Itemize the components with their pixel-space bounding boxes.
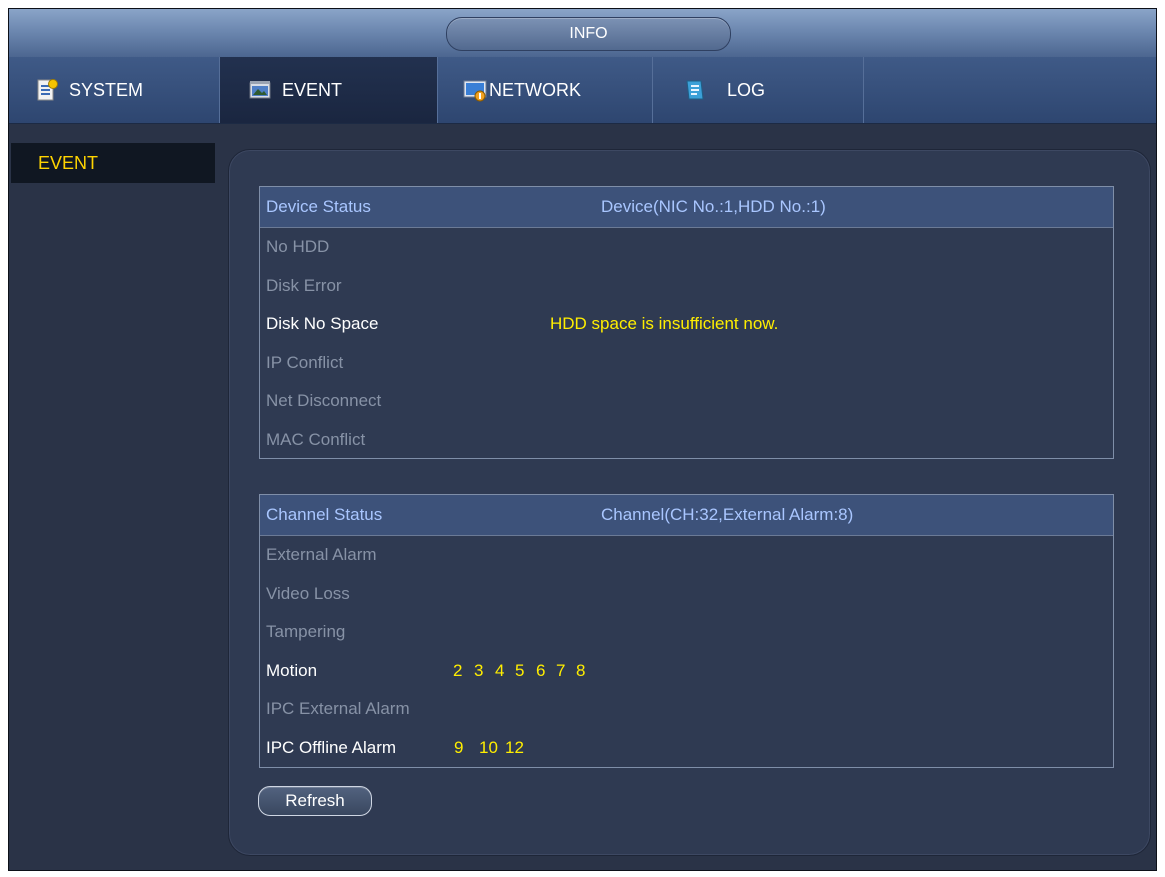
tab-system[interactable]: SYSTEM [9, 57, 220, 123]
channel-row-label: Tampering [266, 622, 346, 641]
device-status-summary: Device(NIC No.:1,HDD No.:1) [601, 197, 826, 216]
tab-log-label: LOG [727, 79, 766, 100]
channel-row-tampering: Tampering [260, 613, 1113, 652]
device-row-label: No HDD [266, 237, 330, 256]
tab-event-label: EVENT [282, 79, 343, 100]
tab-system-label: SYSTEM [69, 79, 144, 100]
channel-row-label: Video Loss [266, 583, 350, 603]
device-status-group: Device Status Device(NIC No.:1,HDD No.:1… [259, 186, 1114, 459]
channel-row-video-loss: Video Loss [260, 575, 1113, 614]
channel-status-summary: Channel(CH:32,External Alarm:8) [601, 505, 854, 524]
channel-status-group: Channel Status Channel(CH:32,External Al… [259, 494, 1114, 768]
device-row-label: Disk Error [266, 275, 342, 295]
channel-number: 10 [479, 737, 498, 757]
device-row-label: IP Conflict [266, 352, 344, 372]
tab-network[interactable]: NETWORK [438, 57, 653, 123]
event-icon [248, 78, 272, 102]
device-row-ip-conflict: IP Conflict [260, 344, 1113, 383]
system-icon [35, 78, 59, 102]
channel-row-ipc-offline-alarm: IPC Offline Alarm 9 10 12 [260, 729, 1113, 768]
window-title: INFO [446, 17, 731, 51]
device-row-no-hdd: No HDD [260, 228, 1113, 267]
tab-bar: SYSTEM EVENT NETWORK LOG [9, 57, 1156, 124]
channel-row-external-alarm: External Alarm [260, 536, 1113, 575]
device-row-mac-conflict: MAC Conflict [260, 421, 1113, 460]
channel-row-ipc-external-alarm: IPC External Alarm [260, 690, 1113, 729]
side-menu-item-event[interactable]: EVENT [11, 143, 215, 183]
channel-status-header: Channel Status Channel(CH:32,External Al… [260, 495, 1113, 536]
channel-status-title: Channel Status [266, 505, 383, 524]
channel-row-motion: Motion 2 3 4 5 6 7 8 [260, 652, 1113, 691]
device-row-label: MAC Conflict [266, 429, 366, 449]
device-status-header: Device Status Device(NIC No.:1,HDD No.:1… [260, 187, 1113, 228]
info-window: INFO SYSTEM EVENT NETWORK LOG EVENT Devi… [8, 8, 1157, 871]
channel-number: 5 [515, 660, 525, 680]
title-bar: INFO [9, 9, 1156, 58]
channel-number: 6 [536, 660, 546, 680]
device-row-label: Disk No Space [266, 314, 379, 333]
channel-number: 7 [556, 660, 566, 680]
refresh-button[interactable]: Refresh [258, 786, 372, 816]
tab-log[interactable]: LOG [653, 57, 864, 123]
log-icon [683, 78, 707, 102]
channel-number: 2 [453, 660, 463, 680]
channel-row-label: IPC External Alarm [266, 699, 410, 718]
info-panel: Device Status Device(NIC No.:1,HDD No.:1… [228, 149, 1151, 856]
channel-row-label: Motion [266, 660, 318, 680]
device-row-net-disconnect: Net Disconnect [260, 382, 1113, 421]
channel-number: 12 [505, 737, 524, 757]
device-status-title: Device Status [266, 197, 371, 216]
channel-row-label: External Alarm [266, 545, 377, 564]
device-row-disk-no-space: Disk No Space HDD space is insufficient … [260, 305, 1113, 344]
tab-network-label: NETWORK [489, 79, 581, 100]
device-row-disk-error: Disk Error [260, 267, 1113, 306]
channel-number: 3 [474, 660, 484, 680]
device-row-label: Net Disconnect [266, 391, 382, 410]
channel-row-label: IPC Offline Alarm [266, 737, 397, 757]
channel-number: 4 [495, 660, 505, 680]
network-icon [463, 78, 487, 102]
tab-event[interactable]: EVENT [220, 57, 438, 123]
device-row-message: HDD space is insufficient now. [550, 314, 779, 333]
channel-number: 9 [454, 737, 464, 757]
channel-number: 8 [576, 660, 586, 680]
